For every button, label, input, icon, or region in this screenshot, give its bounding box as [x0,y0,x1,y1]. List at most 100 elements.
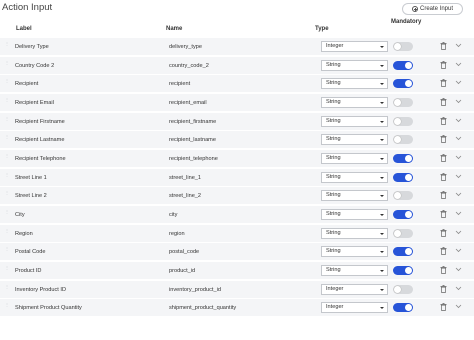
drag-handle-icon[interactable]: ⋮ [5,60,9,65]
row-label: Street Line 2 [15,193,47,200]
mandatory-toggle[interactable] [393,191,413,201]
type-select[interactable]: String [321,265,388,277]
row-name: country_code_2 [169,62,209,69]
trash-icon[interactable] [440,79,447,88]
type-select[interactable]: String [321,227,388,239]
drag-handle-icon[interactable]: ⋮ [5,190,9,195]
chevron-down-icon[interactable] [455,42,462,48]
create-input-button[interactable]: Create Input [402,3,463,15]
table-row: ⋮ Country Code 2 country_code_2 String [0,56,474,74]
mandatory-toggle[interactable] [393,116,413,126]
drag-handle-icon[interactable]: ⋮ [5,302,9,307]
type-select[interactable]: String [321,97,388,109]
type-select[interactable]: String [321,171,388,183]
mandatory-toggle[interactable] [393,303,413,313]
type-select[interactable]: String [321,115,388,127]
trash-icon[interactable] [440,284,447,293]
type-select[interactable]: String [321,59,388,71]
chevron-down-icon [380,232,384,235]
drag-handle-icon[interactable]: ⋮ [5,172,9,177]
mandatory-toggle[interactable] [393,98,413,108]
chevron-down-icon [380,83,384,86]
chevron-down-icon[interactable] [455,154,462,160]
type-select[interactable]: String [321,209,388,221]
drag-handle-icon[interactable]: ⋮ [5,134,9,139]
trash-icon[interactable] [440,116,447,125]
chevron-down-icon[interactable] [455,191,462,197]
table-row: ⋮ City city String [0,206,474,224]
type-select-value: String [326,155,341,162]
trash-icon[interactable] [440,191,447,200]
chevron-down-icon[interactable] [455,266,462,272]
drag-handle-icon[interactable]: ⋮ [5,97,9,102]
mandatory-toggle[interactable] [393,266,413,276]
chevron-down-icon [380,64,384,67]
drag-handle-icon[interactable]: ⋮ [5,78,9,83]
trash-icon[interactable] [440,303,447,312]
trash-icon[interactable] [440,98,447,106]
mandatory-toggle[interactable] [393,79,413,89]
type-select[interactable]: String [321,246,388,258]
mandatory-toggle[interactable] [393,228,413,238]
mandatory-toggle[interactable] [393,60,413,70]
chevron-down-icon[interactable] [455,117,462,123]
chevron-down-icon[interactable] [455,229,462,235]
chevron-down-icon[interactable] [455,303,462,309]
drag-handle-icon[interactable]: ⋮ [5,246,9,251]
trash-icon[interactable] [440,154,447,162]
trash-icon[interactable] [440,172,447,181]
drag-handle-icon[interactable]: ⋮ [5,228,9,233]
chevron-down-icon[interactable] [455,210,462,216]
mandatory-toggle[interactable] [393,42,413,51]
trash-icon[interactable] [440,266,447,275]
toggle-knob [394,43,401,50]
row-label: Shipment Product Quantity [15,305,82,312]
chevron-down-icon [380,288,384,291]
chevron-down-icon[interactable] [455,173,462,179]
mandatory-toggle[interactable] [393,135,413,145]
chevron-down-icon[interactable] [455,247,462,253]
column-header-mandatory: Mandatory [391,19,422,25]
type-select[interactable]: String [321,190,388,202]
mandatory-toggle[interactable] [393,210,413,220]
row-label: Country Code 2 [15,62,55,69]
chevron-down-icon[interactable] [455,61,462,67]
chevron-down-icon[interactable] [455,79,462,85]
plus-circle-icon [411,6,418,12]
mandatory-toggle[interactable] [393,247,413,257]
trash-icon[interactable] [440,135,447,144]
row-label: City [15,212,25,219]
type-select[interactable]: Integer [321,283,388,295]
toggle-knob [394,99,401,107]
drag-handle-icon[interactable]: ⋮ [5,41,9,46]
row-label: Recipient Email [15,100,54,107]
trash-icon[interactable] [440,247,447,256]
drag-handle-icon[interactable]: ⋮ [5,209,9,214]
type-select[interactable]: String [321,134,388,146]
type-select-value: String [326,173,341,180]
drag-handle-icon[interactable]: ⋮ [5,116,9,121]
mandatory-toggle[interactable] [393,284,413,294]
row-label: Product ID [15,268,42,275]
chevron-down-icon [380,102,384,105]
row-name: shipment_product_quantity [169,305,237,312]
drag-handle-icon[interactable]: ⋮ [5,265,9,270]
chevron-down-icon [380,270,384,273]
type-select[interactable]: Integer [321,41,388,52]
type-select[interactable]: Integer [321,302,388,314]
type-select[interactable]: String [321,78,388,90]
mandatory-toggle[interactable] [393,172,413,182]
chevron-down-icon[interactable] [455,285,462,291]
chevron-down-icon[interactable] [455,135,462,141]
mandatory-toggle[interactable] [393,154,413,164]
trash-icon[interactable] [440,228,447,237]
type-select[interactable]: String [321,153,388,165]
drag-handle-icon[interactable]: ⋮ [5,153,9,158]
trash-icon[interactable] [440,210,447,218]
table-row: ⋮ Delivery Type delivery_type Integer [0,38,474,55]
chevron-down-icon[interactable] [455,98,462,104]
trash-icon[interactable] [440,60,447,69]
chevron-down-icon [380,158,384,161]
drag-handle-icon[interactable]: ⋮ [5,284,9,289]
trash-icon[interactable] [440,42,447,50]
